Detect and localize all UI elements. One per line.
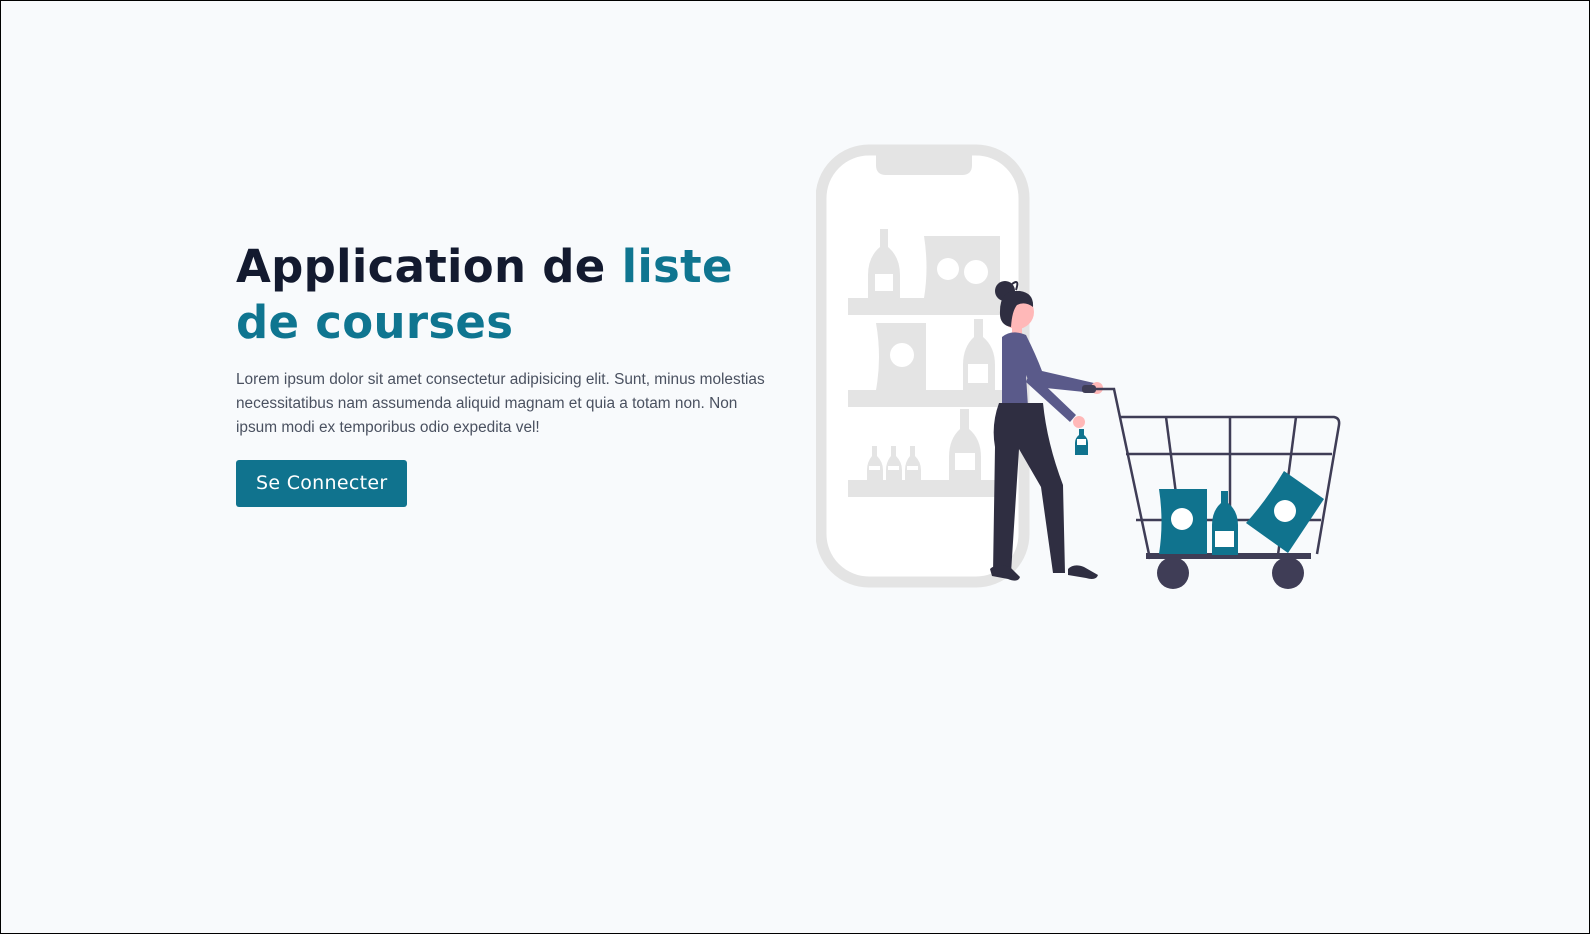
bag-icon — [924, 236, 1000, 298]
title-part-main: Application de — [236, 240, 622, 293]
page-title: Application de liste de courses — [236, 239, 776, 351]
hero-description: Lorem ipsum dolor sit amet consectetur a… — [236, 371, 765, 436]
woman-shopping-cart-illustration — [816, 144, 1341, 589]
login-button[interactable]: Se Connecter — [236, 460, 408, 507]
shopping-cart-icon — [1082, 385, 1341, 589]
bottle-icon — [1212, 491, 1238, 555]
hero-section: Application de liste de courses Lorem ip… — [236, 239, 776, 507]
bag-icon — [876, 323, 926, 390]
landing-page: Application de liste de courses Lorem ip… — [1, 1, 1589, 933]
bag-icon — [1159, 489, 1207, 554]
bag-icon — [1246, 471, 1324, 553]
